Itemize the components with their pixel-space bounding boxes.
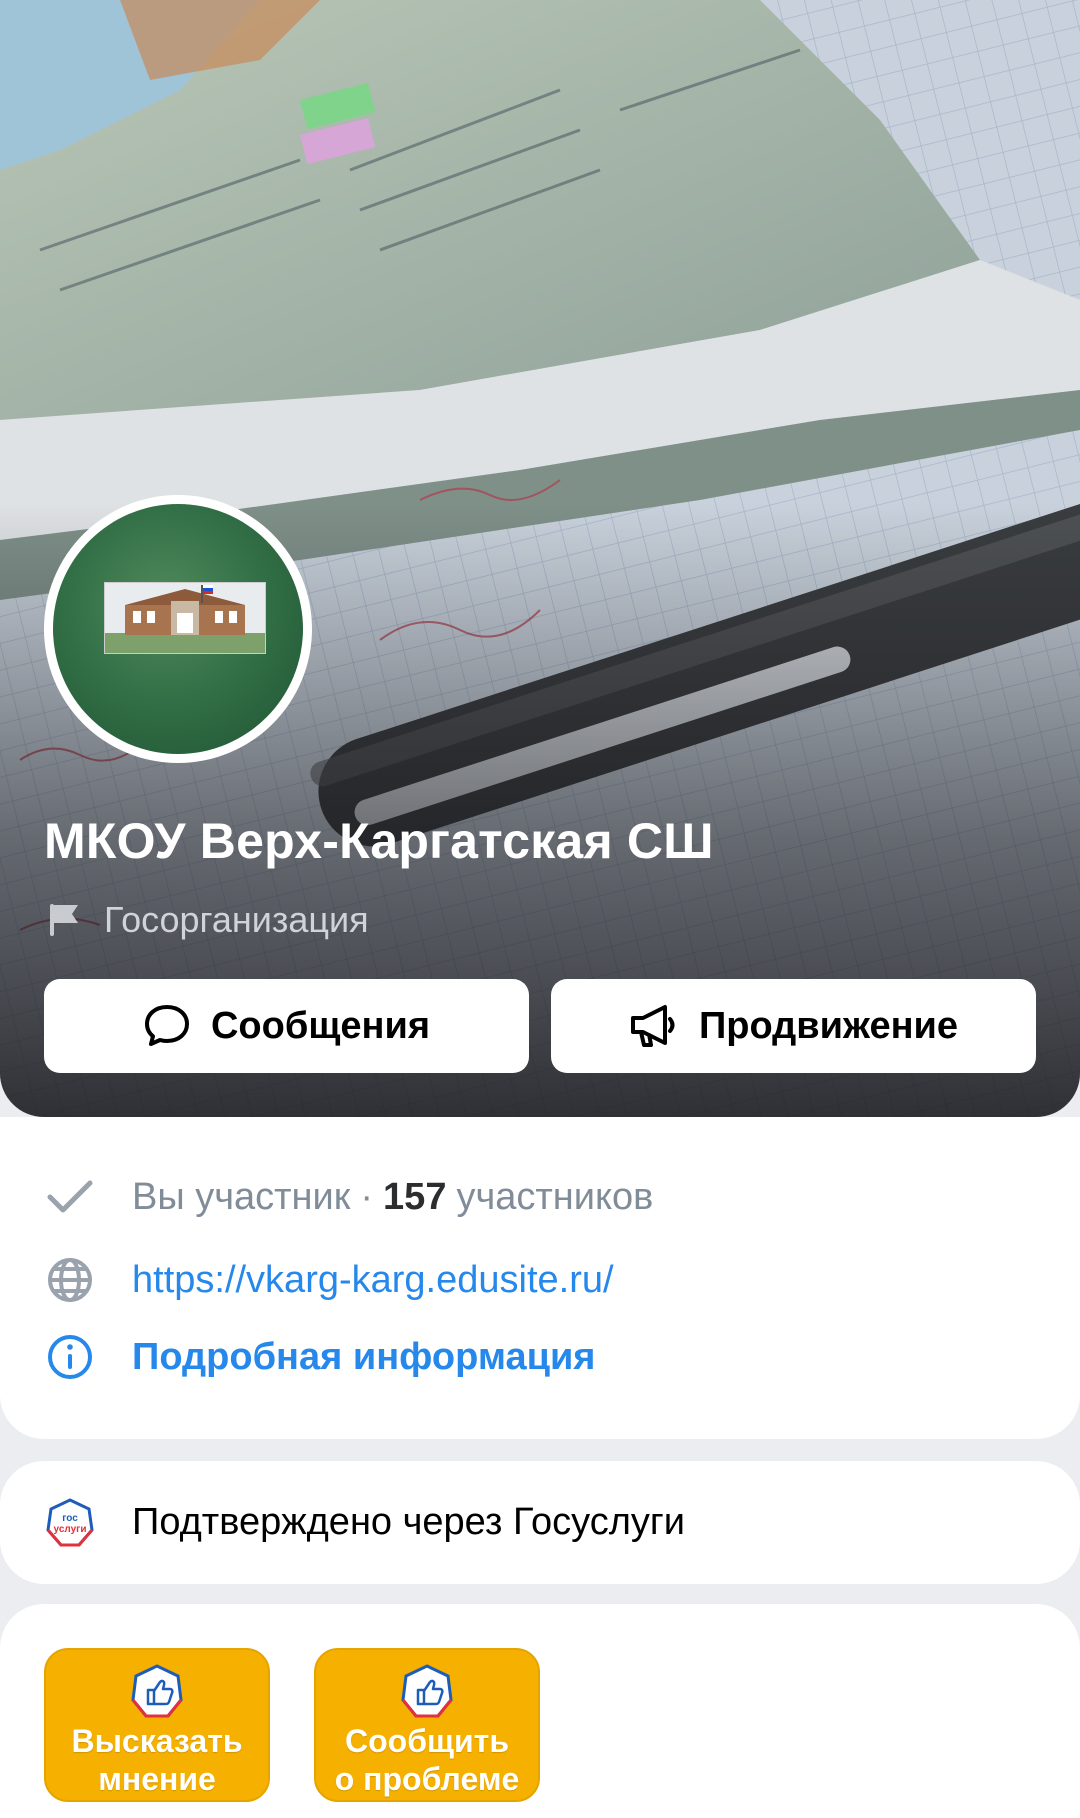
separator-dot: · — [360, 1175, 374, 1218]
group-avatar[interactable] — [44, 495, 312, 763]
tile-label-line: мнение — [98, 1761, 216, 1797]
school-building-photo — [104, 582, 266, 654]
member-status: Вы участник — [132, 1175, 351, 1218]
tile-label-line: Сообщить — [345, 1723, 509, 1759]
website-link[interactable]: https://vkarg-karg.edusite.ru/ — [132, 1259, 614, 1302]
group-name: МКОУ Верх-Каргатская СШ — [44, 813, 714, 869]
member-count: 157 — [383, 1175, 447, 1218]
express-opinion-tile[interactable]: Высказать мнение — [44, 1648, 270, 1802]
tile-label-line: Высказать — [71, 1723, 243, 1759]
promotion-label: Продвижение — [698, 1004, 959, 1047]
tile-label-line: о проблеме — [334, 1761, 520, 1797]
logo-text-top: гос — [62, 1513, 78, 1524]
report-problem-tile[interactable]: Сообщить о проблеме — [314, 1648, 540, 1802]
info-icon — [48, 1335, 92, 1379]
messages-label: Сообщения — [210, 1004, 431, 1047]
membership-row[interactable]: Вы участник · 157 участников — [44, 1167, 653, 1227]
verification-text: Подтверждено через Госуслуги — [132, 1501, 685, 1543]
details-row[interactable]: Подробная информация — [44, 1327, 595, 1387]
express-opinion-label: Высказать мнение — [71, 1722, 242, 1798]
promotion-button[interactable]: Продвижение — [551, 979, 1036, 1073]
thumbs-up-icon — [131, 1664, 183, 1718]
details-link[interactable]: Подробная информация — [132, 1336, 595, 1379]
gosuslugi-logo-icon: гос услуги — [46, 1497, 94, 1546]
globe-icon — [48, 1258, 92, 1302]
group-cover: МКОУ Верх-Каргатская СШ Госорганизация С… — [0, 0, 1080, 1117]
gosuslugi-verification[interactable]: гос услуги Подтверждено через Госуслуги — [0, 1461, 1080, 1584]
checkmark-icon — [47, 1180, 93, 1213]
member-count-label: участников — [456, 1175, 654, 1218]
logo-text-bottom: услуги — [54, 1524, 87, 1535]
thumbs-up-icon — [401, 1664, 453, 1718]
avatar-image — [53, 504, 303, 754]
flag-icon — [50, 904, 78, 936]
message-bubble-icon — [144, 1005, 189, 1046]
megaphone-icon — [630, 1005, 675, 1047]
header-actions: Сообщения Продвижение — [44, 979, 1036, 1073]
messages-button[interactable]: Сообщения — [44, 979, 529, 1073]
group-type: Госорганизация — [48, 898, 369, 942]
report-problem-label: Сообщить о проблеме — [335, 1722, 520, 1798]
group-type-label: Госорганизация — [104, 899, 369, 940]
website-row[interactable]: https://vkarg-karg.edusite.ru/ — [44, 1250, 614, 1310]
